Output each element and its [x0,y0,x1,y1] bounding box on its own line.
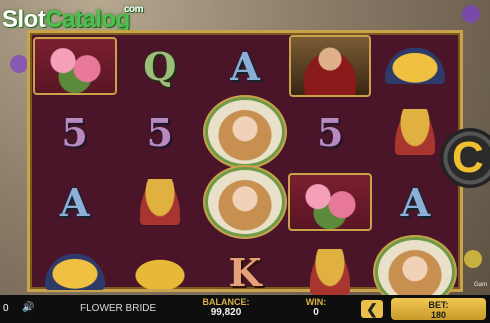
watermark-brand-1: Slot [2,6,46,33]
symbol-tiara-icon [127,255,192,289]
reel-cell [373,35,458,97]
balance-display: BALANCE: 99,820 [196,297,256,318]
flower-decoration [462,5,480,23]
reel-cell: A [32,167,117,237]
symbol-bride-icon [204,167,285,237]
win-value: 0 [313,307,319,318]
reel-cell [202,97,287,167]
reel-cell [32,35,117,97]
flower-decoration [10,55,28,73]
reel-cell: Q [117,35,202,97]
reel-cell [117,167,202,237]
win-display: WIN: 0 [296,297,336,318]
symbol-bride-icon [204,97,285,167]
balance-value: 99,820 [210,307,242,318]
symbol-crown-icon [385,48,446,84]
symbol-q: Q [143,43,177,89]
reel-cell: 5 [32,97,117,167]
symbol-goblet-icon [139,179,180,225]
reel-cell [202,167,287,237]
bet-decrease-button[interactable]: ❮ [361,300,383,318]
reel-cell [288,167,373,237]
bottom-bar: 0 🔊 FLOWER BRIDE BALANCE: 99,820 WIN: 0 … [0,295,490,323]
info-icon[interactable]: 0 [3,303,9,314]
reel-cell: 5 [288,97,373,167]
reel-cell: A [202,35,287,97]
symbol-crown-icon [44,254,105,290]
symbol-a: A [400,179,431,225]
corner-label: Gam [474,282,488,288]
reel-cell: 5 [117,97,202,167]
watermark-brand-2: Catalog [45,6,130,33]
bet-value: 180 [430,310,447,320]
symbol-k: K [228,249,262,295]
symbol-roses-icon [32,37,117,95]
symbol-a: A [59,179,90,225]
symbol-king-icon [289,35,372,97]
symbol-5: 5 [146,109,174,155]
flower-decoration [464,250,482,268]
reel-cell [288,35,373,97]
reel-cell: A [373,167,458,237]
bet-label: BET: [428,300,449,310]
symbol-5: 5 [61,109,88,155]
spin-icon: C [452,133,484,182]
symbol-5: 5 [316,109,344,155]
game-title: FLOWER BRIDE [80,303,157,314]
win-label: WIN: [305,297,327,307]
reel-grid: Q A 5 5 5 A A K [32,35,458,307]
watermark-domain: com [124,4,144,15]
speaker-icon[interactable]: 🔊 [22,302,34,313]
symbol-goblet-icon [310,249,351,295]
symbol-a: A [230,43,260,89]
balance-label: BALANCE: [202,297,250,307]
symbol-roses-icon [288,173,373,231]
bet-display[interactable]: BET: 180 [391,298,486,320]
symbol-goblet-icon [395,109,436,155]
